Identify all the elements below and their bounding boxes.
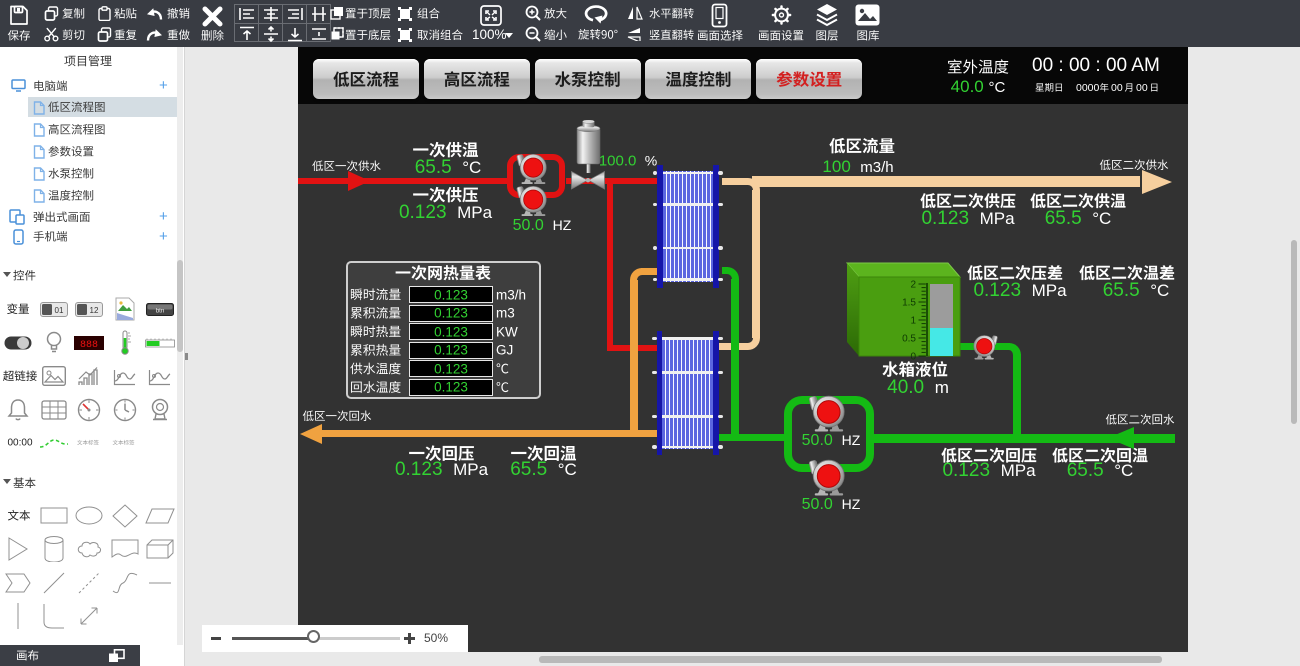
svg-text:888: 888 xyxy=(80,340,98,350)
svg-text:12: 12 xyxy=(90,306,99,315)
svg-text:btn: btn xyxy=(156,308,164,314)
svg-text:1.5: 1.5 xyxy=(902,298,916,309)
svg-text:2: 2 xyxy=(910,280,916,291)
svg-text:0.5: 0.5 xyxy=(902,334,916,345)
svg-text:01: 01 xyxy=(54,306,63,315)
svg-text:1: 1 xyxy=(910,316,916,327)
svg-text:0: 0 xyxy=(910,352,916,363)
